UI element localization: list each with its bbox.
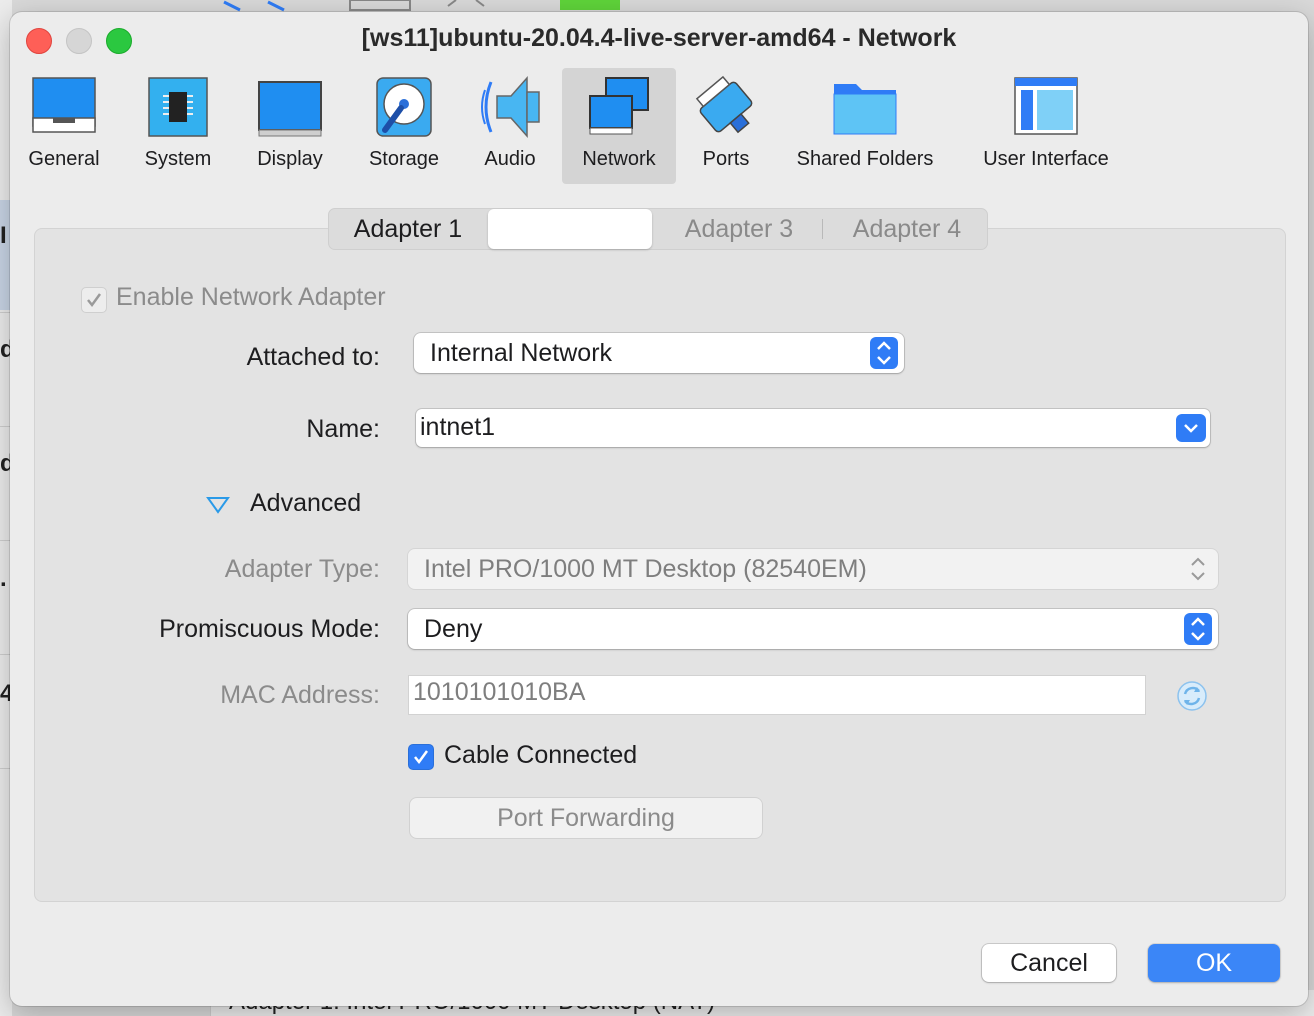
- adapter-type-stepper: [1184, 553, 1212, 585]
- disclosure-triangle-icon[interactable]: [206, 496, 230, 514]
- name-combobox-button[interactable]: [1176, 414, 1206, 442]
- promiscuous-mode-stepper: [1184, 613, 1212, 645]
- name-combobox[interactable]: intnet1: [416, 409, 1210, 447]
- toolbar-item-audio[interactable]: Audio: [466, 68, 554, 184]
- tab-adapter-2[interactable]: [488, 209, 652, 249]
- toolbar-item-storage[interactable]: Storage: [356, 68, 452, 184]
- tab-adapter-1[interactable]: Adapter 1: [329, 209, 487, 249]
- enable-network-adapter-checkbox[interactable]: [81, 287, 107, 313]
- toolbar-item-user-interface[interactable]: User Interface: [970, 68, 1122, 184]
- attached-to-stepper: [870, 337, 898, 369]
- display-monitor-icon: [258, 81, 322, 137]
- cable-connected-label: Cable Connected: [444, 741, 638, 769]
- mac-address-label: MAC Address:: [220, 681, 380, 709]
- title-bar: [ws11]ubuntu-20.04.4-live-server-amd64 -…: [10, 12, 1308, 68]
- promiscuous-mode-select[interactable]: Deny: [408, 609, 1218, 649]
- attached-to-select[interactable]: Internal Network: [414, 333, 904, 373]
- toolbar-item-general[interactable]: General: [16, 68, 112, 184]
- network-icon: [589, 77, 649, 135]
- system-chip-icon: [148, 77, 208, 137]
- mac-address-input[interactable]: 1010101010BA: [408, 675, 1146, 715]
- adapter-type-label: Adapter Type:: [224, 555, 380, 583]
- general-icon: [32, 77, 96, 133]
- window-title: [ws11]ubuntu-20.04.4-live-server-amd64 -…: [361, 24, 957, 52]
- tab-adapter-4[interactable]: Adapter 4: [827, 209, 987, 249]
- toolbar-item-ports[interactable]: Ports: [682, 68, 770, 184]
- tab-divider: [822, 219, 823, 239]
- checkmark-icon: [414, 750, 429, 765]
- shared-folder-icon: [833, 84, 897, 135]
- storage-disk-icon: [376, 77, 432, 137]
- checkmark-icon: [87, 293, 102, 308]
- name-label: Name:: [306, 415, 380, 443]
- adapter-tabs: Adapter 1 Adapter 3 Adapter 4: [328, 208, 988, 250]
- toolbar-item-display[interactable]: Display: [242, 68, 338, 184]
- ok-button[interactable]: OK: [1148, 944, 1280, 982]
- background-toolbar-fragments: [223, 0, 620, 12]
- toolbar-item-shared-folders[interactable]: Shared Folders: [784, 68, 946, 184]
- port-forwarding-button[interactable]: Port Forwarding: [410, 798, 762, 838]
- adapter-type-select[interactable]: Intel PRO/1000 MT Desktop (82540EM): [408, 549, 1218, 589]
- up-down-chevron-icon: [877, 341, 891, 365]
- toolbar-item-network[interactable]: Network: [562, 68, 676, 184]
- enable-network-adapter-label: Enable Network Adapter: [116, 283, 386, 311]
- tab-adapter-3[interactable]: Adapter 3: [659, 209, 819, 249]
- attached-to-label: Attached to:: [246, 343, 380, 371]
- settings-toolbar: General System Display Storage Audio Net…: [10, 68, 1308, 184]
- cancel-button[interactable]: Cancel: [982, 944, 1116, 982]
- audio-speaker-icon: [481, 76, 540, 138]
- ports-connector-icon: [695, 75, 753, 134]
- user-interface-icon: [1014, 77, 1078, 135]
- refresh-mac-icon[interactable]: [1176, 680, 1208, 712]
- chevron-down-icon: [1184, 424, 1198, 433]
- up-down-chevron-icon: [1191, 557, 1205, 581]
- cable-connected-checkbox[interactable]: [408, 744, 434, 770]
- toolbar-item-system[interactable]: System: [130, 68, 226, 184]
- promiscuous-mode-label: Promiscuous Mode:: [159, 615, 380, 643]
- settings-dialog: [ws11]ubuntu-20.04.4-live-server-amd64 -…: [10, 12, 1308, 1006]
- up-down-chevron-icon: [1191, 617, 1205, 641]
- advanced-disclosure-label[interactable]: Advanced: [250, 489, 361, 518]
